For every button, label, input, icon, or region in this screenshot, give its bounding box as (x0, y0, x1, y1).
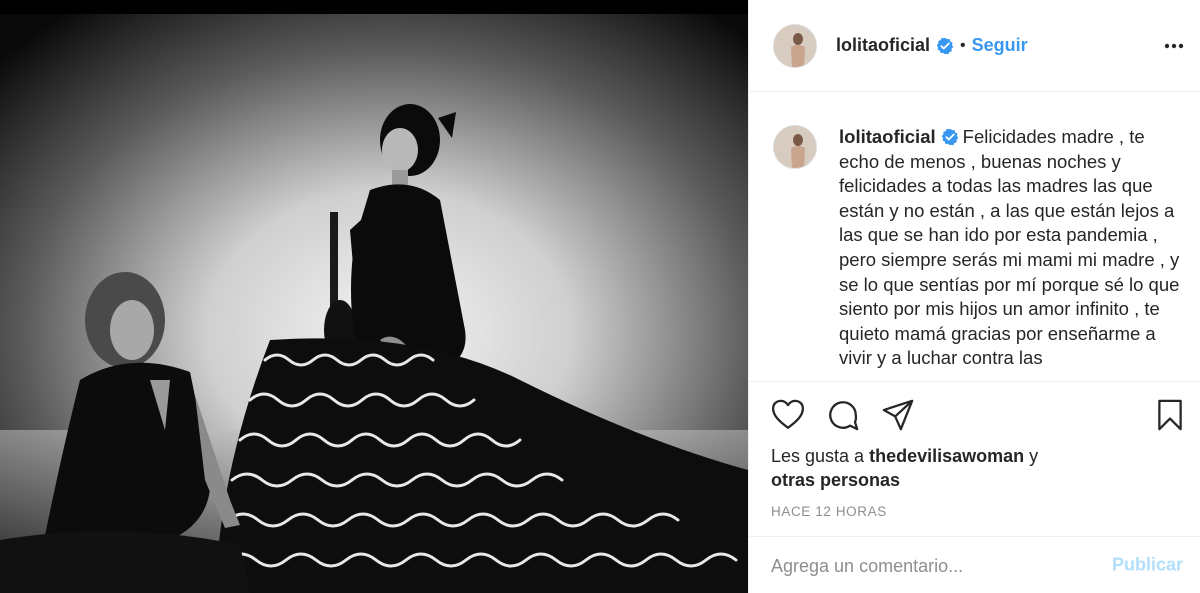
share-icon[interactable] (881, 398, 915, 432)
header-username-link[interactable]: lolitaoficial (836, 35, 930, 56)
more-options-icon[interactable] (1163, 36, 1185, 56)
post-timestamp[interactable]: HACE 12 HORAS (771, 504, 887, 519)
post-header: lolitaoficial • Seguir (749, 0, 1200, 92)
heart-icon[interactable] (771, 398, 805, 432)
avatar-image (774, 126, 816, 168)
post-side-panel: lolitaoficial • Seguir lolitaoficial Fel… (748, 0, 1200, 593)
post-photo (0, 0, 748, 593)
caption-username-link[interactable]: lolitaoficial (839, 126, 936, 147)
bookmark-icon[interactable] (1153, 398, 1187, 432)
verified-badge-icon (941, 128, 958, 146)
follow-button[interactable]: Seguir (972, 35, 1028, 56)
caption-body: Felicidades madre , te echo de menos , b… (839, 126, 1180, 369)
likes-and: y (1029, 446, 1039, 466)
comment-input[interactable] (771, 551, 1081, 581)
post-actions: Les gusta a thedevilisawoman y otras per… (749, 381, 1200, 533)
comment-icon[interactable] (826, 398, 860, 432)
likes-summary: Les gusta a thedevilisawoman y otras per… (771, 444, 1171, 492)
caption-text: lolitaoficial Felicidades madre , te ech… (839, 125, 1189, 371)
publish-button[interactable]: Publicar (1112, 555, 1183, 576)
flamenco-photo-illustration (0, 0, 748, 593)
avatar[interactable] (773, 125, 817, 169)
verified-badge-icon (936, 37, 954, 54)
likes-prefix: Les gusta a (771, 446, 865, 466)
comment-bar: Publicar (749, 536, 1200, 593)
likes-user-link[interactable]: thedevilisawoman (869, 446, 1024, 466)
avatar-image (774, 24, 816, 67)
avatar[interactable] (773, 23, 817, 68)
likes-others-link[interactable]: otras personas (771, 470, 900, 490)
caption-scroll-area[interactable]: lolitaoficial Felicidades madre , te ech… (749, 93, 1200, 381)
header-separator: • (960, 36, 966, 54)
